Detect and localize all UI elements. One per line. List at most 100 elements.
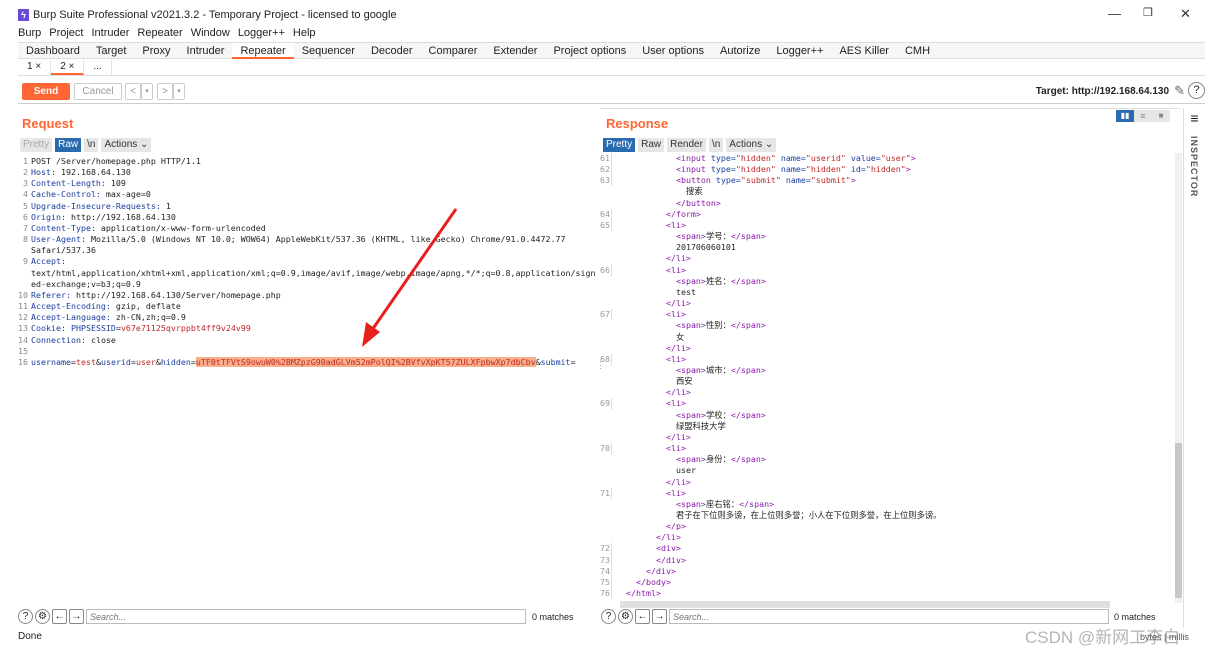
view-n-button[interactable]: \n bbox=[708, 138, 724, 152]
tab-cmh[interactable]: CMH bbox=[897, 43, 938, 59]
minimize-button[interactable]: — bbox=[1108, 6, 1121, 21]
tab-project-options[interactable]: Project options bbox=[545, 43, 634, 59]
code-token: user bbox=[675, 465, 696, 476]
code-token: </body> bbox=[635, 576, 671, 587]
help-icon[interactable]: ? bbox=[18, 609, 33, 624]
menu-window[interactable]: Window bbox=[191, 27, 230, 39]
code-token: user bbox=[135, 356, 156, 367]
menu-logger[interactable]: Logger++ bbox=[238, 27, 285, 39]
menu-repeater[interactable]: Repeater bbox=[137, 27, 182, 39]
code-token: hidden bbox=[160, 356, 191, 367]
inspector-sidebar: ≡ INSPECTOR bbox=[1183, 108, 1205, 628]
tab-dashboard[interactable]: Dashboard bbox=[18, 43, 88, 59]
menu-project[interactable]: Project bbox=[49, 27, 83, 39]
response-code-line: </li> bbox=[600, 298, 1175, 309]
vertical-layout-icon[interactable]: ≡ bbox=[1134, 110, 1152, 122]
code-token: </div> bbox=[645, 565, 676, 576]
tab-decoder[interactable]: Decoder bbox=[363, 43, 421, 59]
response-code-line: 71 <li> bbox=[600, 487, 1175, 499]
code-token: "submit" bbox=[740, 175, 786, 186]
response-code-line: <span>城市：</span> bbox=[600, 365, 1175, 376]
tab-user-options[interactable]: User options bbox=[634, 43, 712, 59]
line-number: 70 bbox=[600, 443, 612, 455]
help-icon[interactable]: ? bbox=[601, 609, 616, 624]
line-number: 6 bbox=[23, 211, 28, 222]
code-token: gzip, deflate bbox=[110, 301, 181, 312]
tab-aes-killer[interactable]: AES Killer bbox=[831, 43, 897, 59]
send-button[interactable]: Send bbox=[22, 83, 70, 100]
watermark: CSDN @新网工李白 bbox=[1025, 628, 1181, 647]
repeater-tab[interactable]: ... bbox=[84, 59, 112, 75]
view-Actions-button[interactable]: Actions ⌄ bbox=[726, 138, 777, 152]
settings-gear-icon[interactable]: ⚙ bbox=[35, 609, 50, 624]
response-code-line: </li> bbox=[600, 432, 1175, 443]
code-token: <span> bbox=[675, 498, 706, 509]
help-icon[interactable]: ? bbox=[1188, 82, 1205, 99]
response-match-count: 0 matches bbox=[1114, 611, 1156, 622]
response-horizontal-scrollbar[interactable] bbox=[620, 601, 1110, 608]
view-Pretty-button[interactable]: Pretty bbox=[603, 138, 636, 152]
next-match-arrow-icon[interactable]: → bbox=[652, 609, 667, 624]
view-Raw-button[interactable]: Raw bbox=[638, 138, 665, 152]
tab-logger-[interactable]: Logger++ bbox=[768, 43, 831, 59]
tab-repeater[interactable]: Repeater bbox=[232, 43, 294, 59]
line-number: 1 bbox=[23, 156, 28, 166]
code-token: 学号： bbox=[705, 231, 731, 242]
tab-proxy[interactable]: Proxy bbox=[134, 43, 178, 59]
response-editor[interactable]: 61 <input type="hidden" name="userid" va… bbox=[600, 153, 1175, 598]
request-search-bar: ? ⚙ ← → 0 matches bbox=[18, 609, 574, 624]
cancel-button[interactable]: Cancel bbox=[74, 83, 122, 100]
code-token: <input bbox=[675, 153, 711, 163]
tab-comparer[interactable]: Comparer bbox=[421, 43, 486, 59]
line-number: 71 bbox=[600, 487, 612, 499]
restore-button[interactable]: ❐ bbox=[1143, 6, 1153, 19]
back-button[interactable]: < bbox=[125, 83, 141, 100]
view-Render-button[interactable]: Render bbox=[667, 138, 706, 152]
menu-burp[interactable]: Burp bbox=[18, 27, 41, 39]
previous-match-arrow-icon[interactable]: ← bbox=[52, 609, 67, 624]
code-token: </span> bbox=[730, 364, 766, 375]
tab-sequencer[interactable]: Sequencer bbox=[294, 43, 363, 59]
response-code-line: 73 </div> bbox=[600, 554, 1175, 566]
code-token: submit bbox=[540, 356, 571, 367]
next-match-arrow-icon[interactable]: → bbox=[69, 609, 84, 624]
side-by-side-layout-icon[interactable]: ▮▮ bbox=[1116, 110, 1134, 122]
inspector-tab[interactable]: INSPECTOR bbox=[1189, 136, 1199, 197]
previous-match-arrow-icon[interactable]: ← bbox=[635, 609, 650, 624]
edit-target-pencil-icon[interactable]: ✎ bbox=[1174, 83, 1185, 99]
forward-history-dropdown[interactable]: ▾ bbox=[173, 83, 185, 100]
line-number: 67 bbox=[600, 309, 612, 321]
burp-logo-icon: ϟ bbox=[18, 9, 29, 21]
response-code-line: 君子在下位则多谤，在上位则多誉；小人在下位则多誉，在上位则多谤。 bbox=[600, 510, 1175, 521]
request-code-line: 2 Host: 192.168.64.130 bbox=[18, 167, 596, 178]
view-Actions-button[interactable]: Actions ⌄ bbox=[101, 138, 152, 152]
forward-button[interactable]: > bbox=[157, 83, 173, 100]
settings-gear-icon[interactable]: ⚙ bbox=[618, 609, 633, 624]
menu-intruder[interactable]: Intruder bbox=[92, 27, 130, 39]
request-search-input[interactable] bbox=[86, 609, 526, 624]
back-history-dropdown[interactable]: ▾ bbox=[141, 83, 153, 100]
menu-bar: Burp Project Intruder Repeater Window Logger+… bbox=[18, 27, 316, 39]
view-Raw-button[interactable]: Raw bbox=[55, 138, 82, 152]
inspector-menu-icon[interactable]: ≡ bbox=[1184, 110, 1205, 126]
close-button[interactable]: ✕ bbox=[1180, 6, 1191, 22]
request-code-line: 9 Accept: bbox=[18, 256, 596, 267]
tab-intruder[interactable]: Intruder bbox=[179, 43, 233, 59]
code-token: </li> bbox=[665, 253, 691, 264]
view-Pretty-button[interactable]: Pretty bbox=[20, 138, 53, 152]
response-view-bar: Pretty Raw Render \n Actions ⌄ bbox=[603, 138, 777, 152]
target-label: Target: http://192.168.64.130 bbox=[1035, 86, 1169, 97]
view-n-button[interactable]: \n bbox=[84, 138, 99, 152]
menu-help[interactable]: Help bbox=[293, 27, 316, 39]
tabbed-layout-icon[interactable]: ■ bbox=[1152, 110, 1170, 122]
request-editor[interactable]: 1 POST /Server/homepage.php HTTP/1.1 2 Host… bbox=[18, 156, 596, 596]
repeater-tab[interactable]: 1 × bbox=[18, 59, 52, 75]
code-token: id= bbox=[850, 164, 866, 175]
response-search-input[interactable] bbox=[669, 609, 1109, 624]
response-code-line: test bbox=[600, 287, 1175, 298]
tab-extender[interactable]: Extender bbox=[485, 43, 545, 59]
tab-target[interactable]: Target bbox=[88, 43, 135, 59]
tab-autorize[interactable]: Autorize bbox=[712, 43, 768, 59]
repeater-tab[interactable]: 2 × bbox=[51, 59, 85, 75]
response-scrollbar[interactable] bbox=[1175, 153, 1182, 603]
